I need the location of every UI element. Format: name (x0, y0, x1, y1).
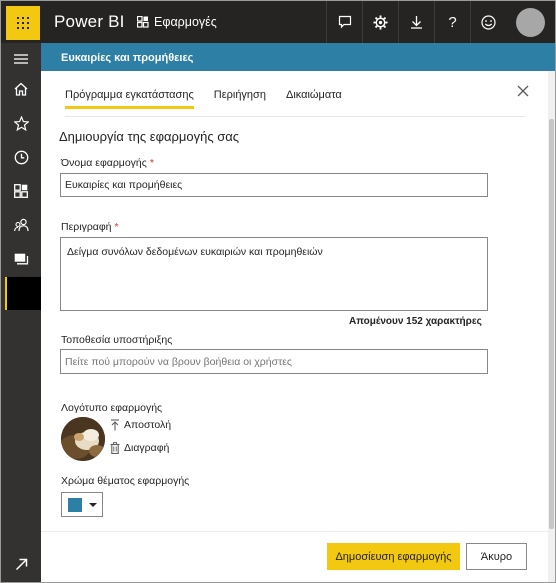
app-name-label-text: Όνομα εφαρμογής (61, 157, 147, 169)
home-icon (14, 82, 28, 96)
upload-icon (111, 419, 119, 431)
app-name-value: Ευκαιρίες και προμήθειες (65, 179, 183, 191)
scrollbar-thumb[interactable] (549, 119, 554, 529)
description-label: Περιγραφή * (61, 221, 119, 233)
app-logo-image (61, 417, 105, 461)
app-header-title: Ευκαιρίες και προμήθειες (61, 52, 194, 64)
nav-workspaces[interactable] (1, 243, 41, 275)
clock-icon (14, 150, 28, 164)
close-button[interactable] (514, 82, 532, 100)
power-bi-window: Power BI Εφαρμογές ? Ευκαιρίες και προμή… (0, 0, 556, 583)
upload-logo-button[interactable]: Αποστολή (110, 419, 171, 431)
delete-logo-button[interactable]: Διαγραφή (110, 442, 169, 454)
smiley-icon (481, 14, 496, 30)
description-value: Δείγμα συνόλων δεδομένων ευκαιριών και π… (67, 246, 323, 258)
footer-divider (41, 531, 548, 532)
vertical-scrollbar[interactable] (548, 71, 555, 582)
apps-nav-label: Εφαρμογές (154, 15, 217, 29)
app-name-label: Όνομα εφαρμογής * (61, 157, 154, 169)
theme-color-picker[interactable] (61, 492, 103, 517)
apps-icon (137, 16, 149, 28)
required-mark: * (114, 221, 119, 233)
description-textarea[interactable]: Δείγμα συνόλων δεδομένων ευκαιριών και π… (60, 237, 488, 311)
cancel-button[interactable]: Άκυρο (466, 543, 527, 570)
logo-label: Λογότυπο εφαρμογής (61, 402, 163, 414)
help-icon: ? (448, 13, 457, 31)
trash-icon (110, 442, 120, 454)
app-setup-panel: Πρόγραμμα εγκατάστασης Περιήγηση Δικαιώμ… (41, 71, 548, 582)
chevron-down-icon (89, 503, 97, 507)
support-url-placeholder: Πείτε πού μπορούν να βρουν βοήθεια οι χρ… (65, 355, 292, 368)
nav-favorites[interactable] (1, 107, 41, 139)
publish-app-button[interactable]: Δημοσίευση εφαρμογής (327, 543, 460, 570)
left-nav (1, 43, 41, 582)
waffle-icon[interactable] (6, 6, 40, 40)
top-bar: Power BI Εφαρμογές ? (1, 1, 555, 43)
nav-shared[interactable] (1, 209, 41, 241)
chars-remaining: Απομένουν 152 χαρακτήρες (349, 316, 482, 327)
tab-permissions[interactable]: Δικαιώματα (286, 89, 342, 109)
page-title: Δημιουργία της εφαρμογής σας (59, 129, 240, 144)
apps-nav-button[interactable]: Εφαρμογές (137, 15, 217, 29)
close-icon (517, 85, 529, 97)
brand-title[interactable]: Power BI (54, 12, 125, 32)
nav-apps[interactable] (1, 175, 41, 207)
hamburger-button[interactable] (1, 43, 41, 75)
download-icon (411, 16, 422, 29)
feedback-icon (338, 15, 351, 29)
delete-logo-label: Διαγραφή (124, 442, 170, 454)
expand-icon (15, 558, 27, 570)
shared-icon (13, 218, 29, 232)
smiley-button[interactable] (470, 1, 506, 43)
upload-logo-label: Αποστολή (124, 419, 172, 431)
star-icon (13, 115, 29, 131)
hamburger-icon (14, 54, 28, 64)
tab-setup[interactable]: Πρόγραμμα εγκατάστασης (65, 89, 194, 109)
tab-strip: Πρόγραμμα εγκατάστασης Περιήγηση Δικαιώμ… (65, 89, 362, 109)
nav-active-workspace[interactable] (5, 277, 41, 310)
app-name-input[interactable]: Ευκαιρίες και προμήθειες (60, 173, 488, 197)
app-header: Ευκαιρίες και προμήθειες (41, 43, 555, 71)
theme-color-swatch (68, 498, 82, 512)
settings-button[interactable] (362, 1, 398, 43)
description-label-text: Περιγραφή (61, 221, 112, 233)
feedback-button[interactable] (326, 1, 362, 43)
gear-icon (373, 14, 388, 30)
help-button[interactable]: ? (434, 1, 470, 43)
theme-color-label: Χρώμα θέματος εφαρμογής (61, 475, 190, 487)
tab-navigation[interactable]: Περιήγηση (214, 89, 266, 109)
required-mark: * (149, 157, 154, 169)
support-url-input[interactable]: Πείτε πού μπορούν να βρουν βοήθεια οι χρ… (60, 349, 488, 374)
apps-grid-icon (14, 184, 28, 198)
download-button[interactable] (398, 1, 434, 43)
support-label: Τοποθεσία υποστήριξης (61, 334, 173, 346)
nav-expand[interactable] (1, 548, 41, 580)
avatar[interactable] (516, 8, 545, 37)
workspaces-icon (14, 253, 28, 264)
nav-recent[interactable] (1, 141, 41, 173)
tab-divider (65, 116, 525, 117)
nav-home[interactable] (1, 73, 41, 105)
